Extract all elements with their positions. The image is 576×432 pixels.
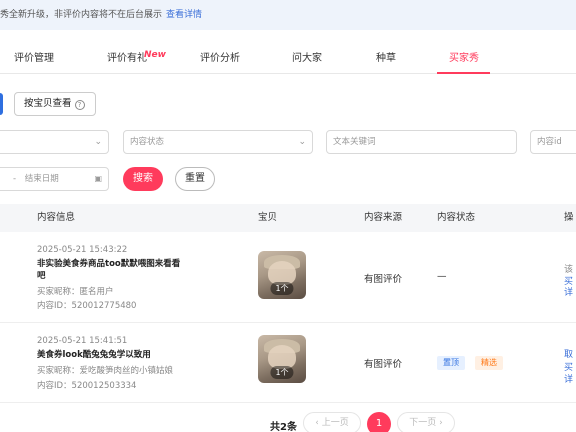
search-button[interactable]: 搜索 (123, 167, 163, 191)
chevron-left-icon: ‹ (315, 418, 319, 428)
row-source: 有图评价 (364, 359, 403, 370)
tab-review-management[interactable]: 评价管理 (14, 43, 54, 74)
notice-text: 秀全新升级，非评价内容将不在后台展示 (0, 10, 163, 20)
header-content-status: 内容状态 (437, 212, 476, 223)
row-time: 2025-05-21 15:41:51 (37, 336, 128, 346)
notice-detail-link[interactable]: 查看详情 (166, 10, 202, 20)
row-buyer: 买家昵称：爱吃酸笋肉丝的小镇姑娘 (37, 366, 174, 376)
row-title: 美食券look酷兔兔兔学以致用 (37, 350, 151, 360)
prev-page-button[interactable]: ‹ 上一页 (303, 412, 361, 432)
header-operation: 操 (564, 212, 574, 223)
header-item: 宝贝 (258, 212, 278, 223)
tag-pinned: 置顶 (437, 356, 465, 370)
date-range-picker[interactable]: - 结束日期 ▣ (0, 167, 109, 191)
date-separator: - (13, 174, 17, 184)
keyword-placeholder: 文本关键词 (333, 137, 376, 147)
question-circle-icon[interactable]: ? (74, 100, 85, 110)
end-date-placeholder: 结束日期 (24, 174, 59, 184)
chevron-down-icon: ⌄ (94, 137, 102, 147)
item-count: 1个 (270, 366, 294, 379)
row-content-id: 内容ID：520012775480 (37, 301, 137, 311)
chevron-down-icon: ⌄ (298, 137, 306, 147)
view-by-item-button[interactable]: 按宝贝查看? (14, 92, 96, 116)
tab-review-analysis[interactable]: 评价分析 (200, 43, 240, 74)
next-page-button[interactable]: 下一页 › (397, 412, 455, 432)
item-thumbnail[interactable]: 1个 (258, 335, 306, 383)
row-op-3[interactable]: 详 (564, 372, 573, 385)
row-buyer: 买家昵称：匿名用户 (37, 287, 114, 297)
row-source: 有图评价 (364, 274, 403, 285)
row-content-id: 内容ID：520012503334 (37, 381, 137, 391)
active-tab-indicator (437, 72, 490, 74)
reset-button[interactable]: 重置 (175, 167, 215, 191)
view-by-item-label: 按宝贝查看 (24, 98, 72, 109)
content-status-select[interactable]: 内容状态 ⌄ (123, 130, 313, 154)
filter-select-1[interactable]: ⌄ (0, 130, 109, 154)
notice-bar: 秀全新升级，非评价内容将不在后台展示 查看详情 (0, 0, 576, 30)
item-count: 1个 (270, 282, 294, 295)
tab-review-gift[interactable]: 评价有礼 (107, 43, 147, 74)
tag-featured: 精选 (475, 356, 503, 370)
content-status-placeholder: 内容状态 (130, 137, 165, 147)
calendar-icon: ▣ (94, 174, 102, 183)
pagination-total: 共2条 (270, 422, 297, 432)
row-time: 2025-05-21 15:43:22 (37, 245, 128, 255)
header-content-source: 内容来源 (364, 212, 403, 223)
tab-seeding[interactable]: 种草 (376, 43, 396, 74)
prev-page-label: 上一页 (321, 418, 349, 428)
new-badge: New (144, 50, 166, 60)
current-page-button[interactable]: 1 (367, 412, 391, 432)
content-id-placeholder: 内容id (537, 137, 562, 147)
row-op-1[interactable]: 取 (564, 347, 573, 360)
chevron-right-icon: › (439, 418, 443, 428)
row-title: 非实验美食券商品too默默喂图来看看吧 (37, 259, 181, 281)
content-id-input[interactable]: 内容id (530, 130, 576, 154)
next-page-label: 下一页 (409, 418, 437, 428)
row-status: — (437, 271, 447, 282)
tab-ask-everyone[interactable]: 问大家 (292, 43, 322, 74)
keyword-input[interactable]: 文本关键词 (326, 130, 517, 154)
tab-bar: 评价管理 评价有礼 评价分析 问大家 种草 买家秀 (0, 43, 576, 74)
row-op-3[interactable]: 详 (564, 285, 573, 298)
row-divider (0, 402, 576, 403)
table-header: 内容信息 宝贝 内容来源 内容状态 操 (0, 204, 576, 232)
header-content-info: 内容信息 (37, 212, 76, 223)
row-divider (0, 322, 576, 323)
item-thumbnail[interactable]: 1个 (258, 251, 306, 299)
tab-buyer-show[interactable]: 买家秀 (449, 43, 479, 74)
view-toggle-left-segment[interactable] (0, 93, 3, 115)
